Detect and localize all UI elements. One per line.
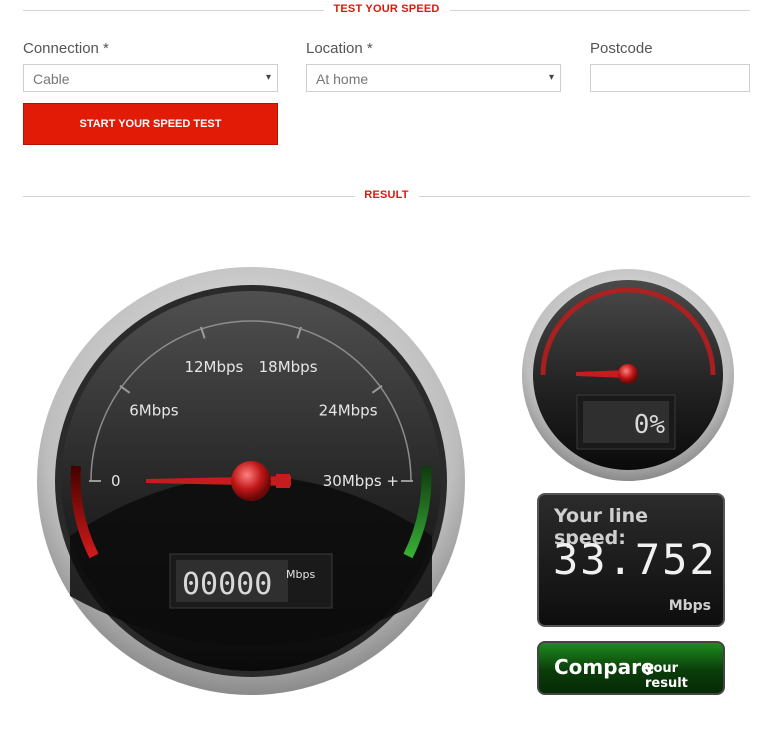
line-speed-unit: Mbps: [668, 598, 711, 614]
gauge-readout-value: 00000: [182, 567, 272, 602]
result-title: RESULT: [354, 189, 419, 201]
connection-label: Connection *: [23, 40, 109, 57]
location-select[interactable]: At home ▾: [306, 64, 561, 92]
gauge-tick-label: 12Mbps: [184, 358, 243, 376]
gauge-tick-label: 6Mbps: [129, 401, 179, 419]
percent-gauge: 0%: [522, 269, 734, 481]
postcode-label: Postcode: [590, 40, 653, 57]
compare-sub-label: your result: [645, 661, 688, 691]
gauge-readout: 00000 Mbps: [169, 553, 333, 609]
line-speed-panel: Your line speed: 33.752 Mbps: [537, 493, 725, 627]
small-gauge-readout-value: 0%: [634, 410, 666, 440]
line-speed-value: 33.752: [553, 535, 717, 584]
gauge-tick-label: 30Mbps +: [323, 472, 399, 490]
start-speed-test-button[interactable]: START YOUR SPEED TEST: [23, 103, 278, 145]
speedometer-gauge: 0 6Mbps 12Mbps 18Mbps 24Mbps 30Mbps + 00000 M…: [37, 267, 465, 695]
compare-label: Compare: [554, 655, 655, 679]
chevron-down-icon: ▾: [548, 72, 554, 83]
test-speed-divider: TEST YOUR SPEED: [23, 3, 750, 15]
gauge-needle-hub: [231, 461, 271, 501]
gauge-tick-label: 24Mbps: [319, 401, 378, 419]
gauge-tick-label: 0: [111, 472, 121, 490]
compare-result-button[interactable]: Compare your result: [537, 641, 725, 695]
result-divider: RESULT: [23, 189, 750, 201]
connection-select[interactable]: Cable ▾: [23, 64, 278, 92]
location-select-value: At home: [316, 71, 369, 87]
postcode-input[interactable]: [590, 64, 750, 92]
location-label: Location *: [306, 40, 373, 57]
test-speed-title: TEST YOUR SPEED: [323, 3, 450, 15]
gauge-tick-label: 18Mbps: [259, 358, 318, 376]
gauge-readout-unit: Mbps: [286, 568, 315, 581]
connection-select-value: Cable: [33, 71, 70, 87]
chevron-down-icon: ▾: [265, 72, 271, 83]
small-gauge-hub: [618, 364, 638, 384]
